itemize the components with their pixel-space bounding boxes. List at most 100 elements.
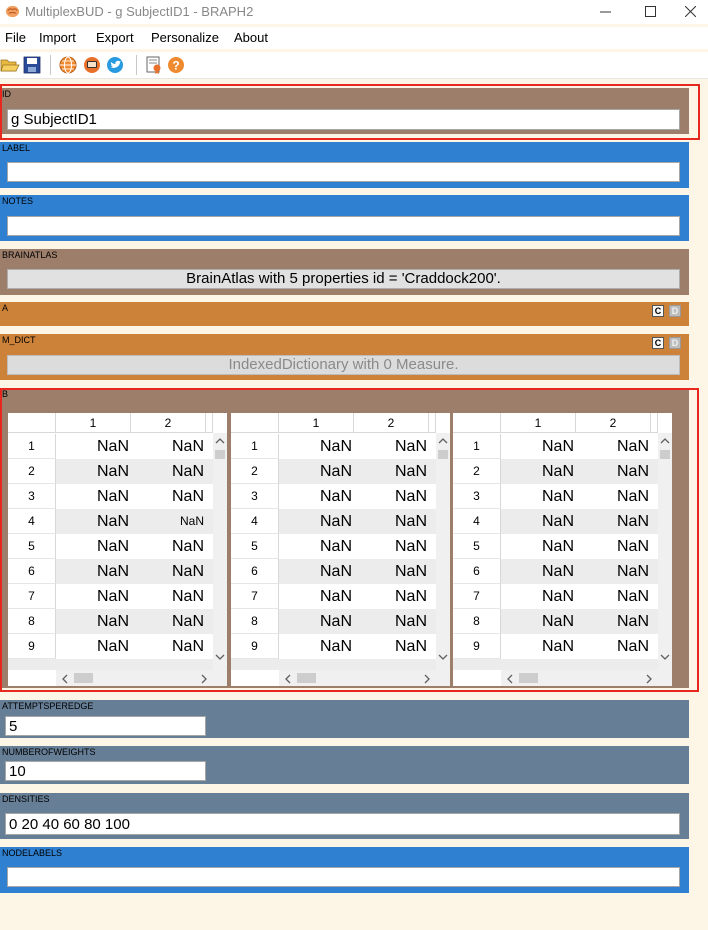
table-cell[interactable]: NaN <box>131 534 206 559</box>
table-cell[interactable]: NaN <box>354 609 429 634</box>
b-table[interactable]: 1 2 1 NaN NaN 2 NaN NaN 3 NaN NaN 4 NaN NaN 5 NaN NaN 6 Na… <box>231 413 450 686</box>
table-cell[interactable]: NaN <box>501 509 576 534</box>
row-header[interactable]: 8 <box>231 609 279 634</box>
row-header[interactable]: 2 <box>231 459 279 484</box>
table-cell[interactable]: NaN <box>354 634 429 659</box>
id-field[interactable]: g SubjectID1 <box>7 109 680 130</box>
horizontal-scrollbar[interactable] <box>279 670 436 686</box>
row-header[interactable]: 6 <box>453 559 501 584</box>
row-header[interactable]: 9 <box>453 634 501 659</box>
table-cell[interactable]: NaN <box>56 509 131 534</box>
table-cell[interactable]: NaN <box>576 534 651 559</box>
table-cell[interactable]: NaN <box>576 584 651 609</box>
nodelabels-field[interactable] <box>7 867 680 887</box>
scroll-up-icon[interactable] <box>438 437 448 445</box>
menu-import[interactable]: Import <box>39 30 76 45</box>
row-header[interactable]: 5 <box>231 534 279 559</box>
table-cell[interactable]: NaN <box>131 459 206 484</box>
table-cell[interactable]: NaN <box>576 484 651 509</box>
table-cell[interactable]: NaN <box>501 584 576 609</box>
table-cell[interactable]: NaN <box>576 434 651 459</box>
table-cell[interactable]: NaN <box>131 434 206 459</box>
column-header[interactable]: 2 <box>131 413 206 433</box>
table-cell[interactable]: NaN <box>501 434 576 459</box>
table-cell[interactable]: NaN <box>131 609 206 634</box>
table-cell[interactable]: NaN <box>279 584 354 609</box>
table-cell[interactable]: NaN <box>279 534 354 559</box>
minimize-button[interactable] <box>582 0 628 22</box>
scroll-right-icon[interactable] <box>200 674 208 684</box>
table-cell[interactable]: NaN <box>501 459 576 484</box>
numberofweights-field[interactable]: 10 <box>5 761 206 781</box>
table-cell[interactable]: NaN <box>354 559 429 584</box>
scroll-right-icon[interactable] <box>423 674 431 684</box>
horizontal-scroll-thumb[interactable] <box>74 673 93 683</box>
menu-export[interactable]: Export <box>96 30 134 45</box>
horizontal-scrollbar[interactable] <box>501 670 658 686</box>
table-cell[interactable]: NaN <box>279 459 354 484</box>
table-cell[interactable]: NaN <box>56 584 131 609</box>
vertical-scrollbar[interactable] <box>436 433 450 673</box>
brainatlas-button[interactable]: BrainAtlas with 5 properties id = 'Cradd… <box>7 269 680 289</box>
table-cell[interactable]: NaN <box>279 509 354 534</box>
row-header[interactable]: 4 <box>231 509 279 534</box>
vertical-scroll-thumb[interactable] <box>438 450 448 459</box>
a-d-button[interactable]: D <box>669 305 681 317</box>
column-header[interactable]: 1 <box>501 413 576 433</box>
scroll-down-icon[interactable] <box>215 653 225 661</box>
table-cell[interactable]: NaN <box>131 584 206 609</box>
table-cell[interactable]: NaN <box>56 609 131 634</box>
horizontal-scroll-thumb[interactable] <box>519 673 538 683</box>
row-header[interactable]: 9 <box>231 634 279 659</box>
table-cell[interactable]: NaN <box>56 634 131 659</box>
column-header[interactable]: 2 <box>354 413 429 433</box>
m-dict-button[interactable]: IndexedDictionary with 0 Measure. <box>7 355 680 375</box>
table-cell[interactable]: NaN <box>56 434 131 459</box>
column-header[interactable]: 1 <box>56 413 131 433</box>
globe-icon[interactable] <box>58 55 78 75</box>
table-cell[interactable]: NaN <box>56 459 131 484</box>
scroll-up-icon[interactable] <box>660 437 670 445</box>
column-header[interactable]: 1 <box>279 413 354 433</box>
scroll-right-icon[interactable] <box>645 674 653 684</box>
b-table[interactable]: 1 2 1 NaN NaN 2 NaN NaN 3 NaN NaN 4 NaN NaN 5 NaN NaN 6 Na… <box>453 413 672 686</box>
table-cell[interactable]: NaN <box>279 434 354 459</box>
row-header[interactable]: 2 <box>453 459 501 484</box>
scroll-left-icon[interactable] <box>284 674 292 684</box>
braph-icon[interactable] <box>82 55 102 75</box>
row-header[interactable]: 1 <box>231 434 279 459</box>
license-icon[interactable] <box>144 55 164 75</box>
save-icon[interactable] <box>22 55 42 75</box>
m-dict-c-button[interactable]: C <box>652 337 664 349</box>
row-header[interactable]: 3 <box>8 484 56 509</box>
menu-about[interactable]: About <box>234 30 268 45</box>
close-button[interactable] <box>672 0 708 22</box>
table-cell[interactable]: NaN <box>131 559 206 584</box>
twitter-icon[interactable] <box>105 55 125 75</box>
table-cell[interactable]: NaN <box>56 484 131 509</box>
row-header[interactable]: 6 <box>8 559 56 584</box>
attemptsperedge-field[interactable]: 5 <box>5 716 206 736</box>
table-cell[interactable]: NaN <box>354 434 429 459</box>
table-cell[interactable]: NaN <box>56 534 131 559</box>
table-cell[interactable]: NaN <box>131 484 206 509</box>
row-header[interactable]: 4 <box>8 509 56 534</box>
scroll-left-icon[interactable] <box>61 674 69 684</box>
table-cell[interactable]: NaN <box>279 609 354 634</box>
menu-file[interactable]: File <box>5 30 26 45</box>
row-header[interactable]: 7 <box>8 584 56 609</box>
vertical-scroll-thumb[interactable] <box>660 450 670 459</box>
table-cell[interactable]: NaN <box>576 509 651 534</box>
table-cell[interactable]: NaN <box>279 484 354 509</box>
table-cell[interactable]: NaN <box>131 509 206 534</box>
row-header[interactable]: 9 <box>8 634 56 659</box>
row-header[interactable]: 5 <box>8 534 56 559</box>
notes-field[interactable] <box>7 216 680 236</box>
densities-field[interactable]: 0 20 40 60 80 100 <box>5 813 680 835</box>
table-cell[interactable]: NaN <box>56 559 131 584</box>
table-cell[interactable]: NaN <box>354 584 429 609</box>
row-header[interactable]: 4 <box>453 509 501 534</box>
horizontal-scrollbar[interactable] <box>56 670 213 686</box>
row-header[interactable]: 1 <box>8 434 56 459</box>
table-cell[interactable]: NaN <box>501 534 576 559</box>
